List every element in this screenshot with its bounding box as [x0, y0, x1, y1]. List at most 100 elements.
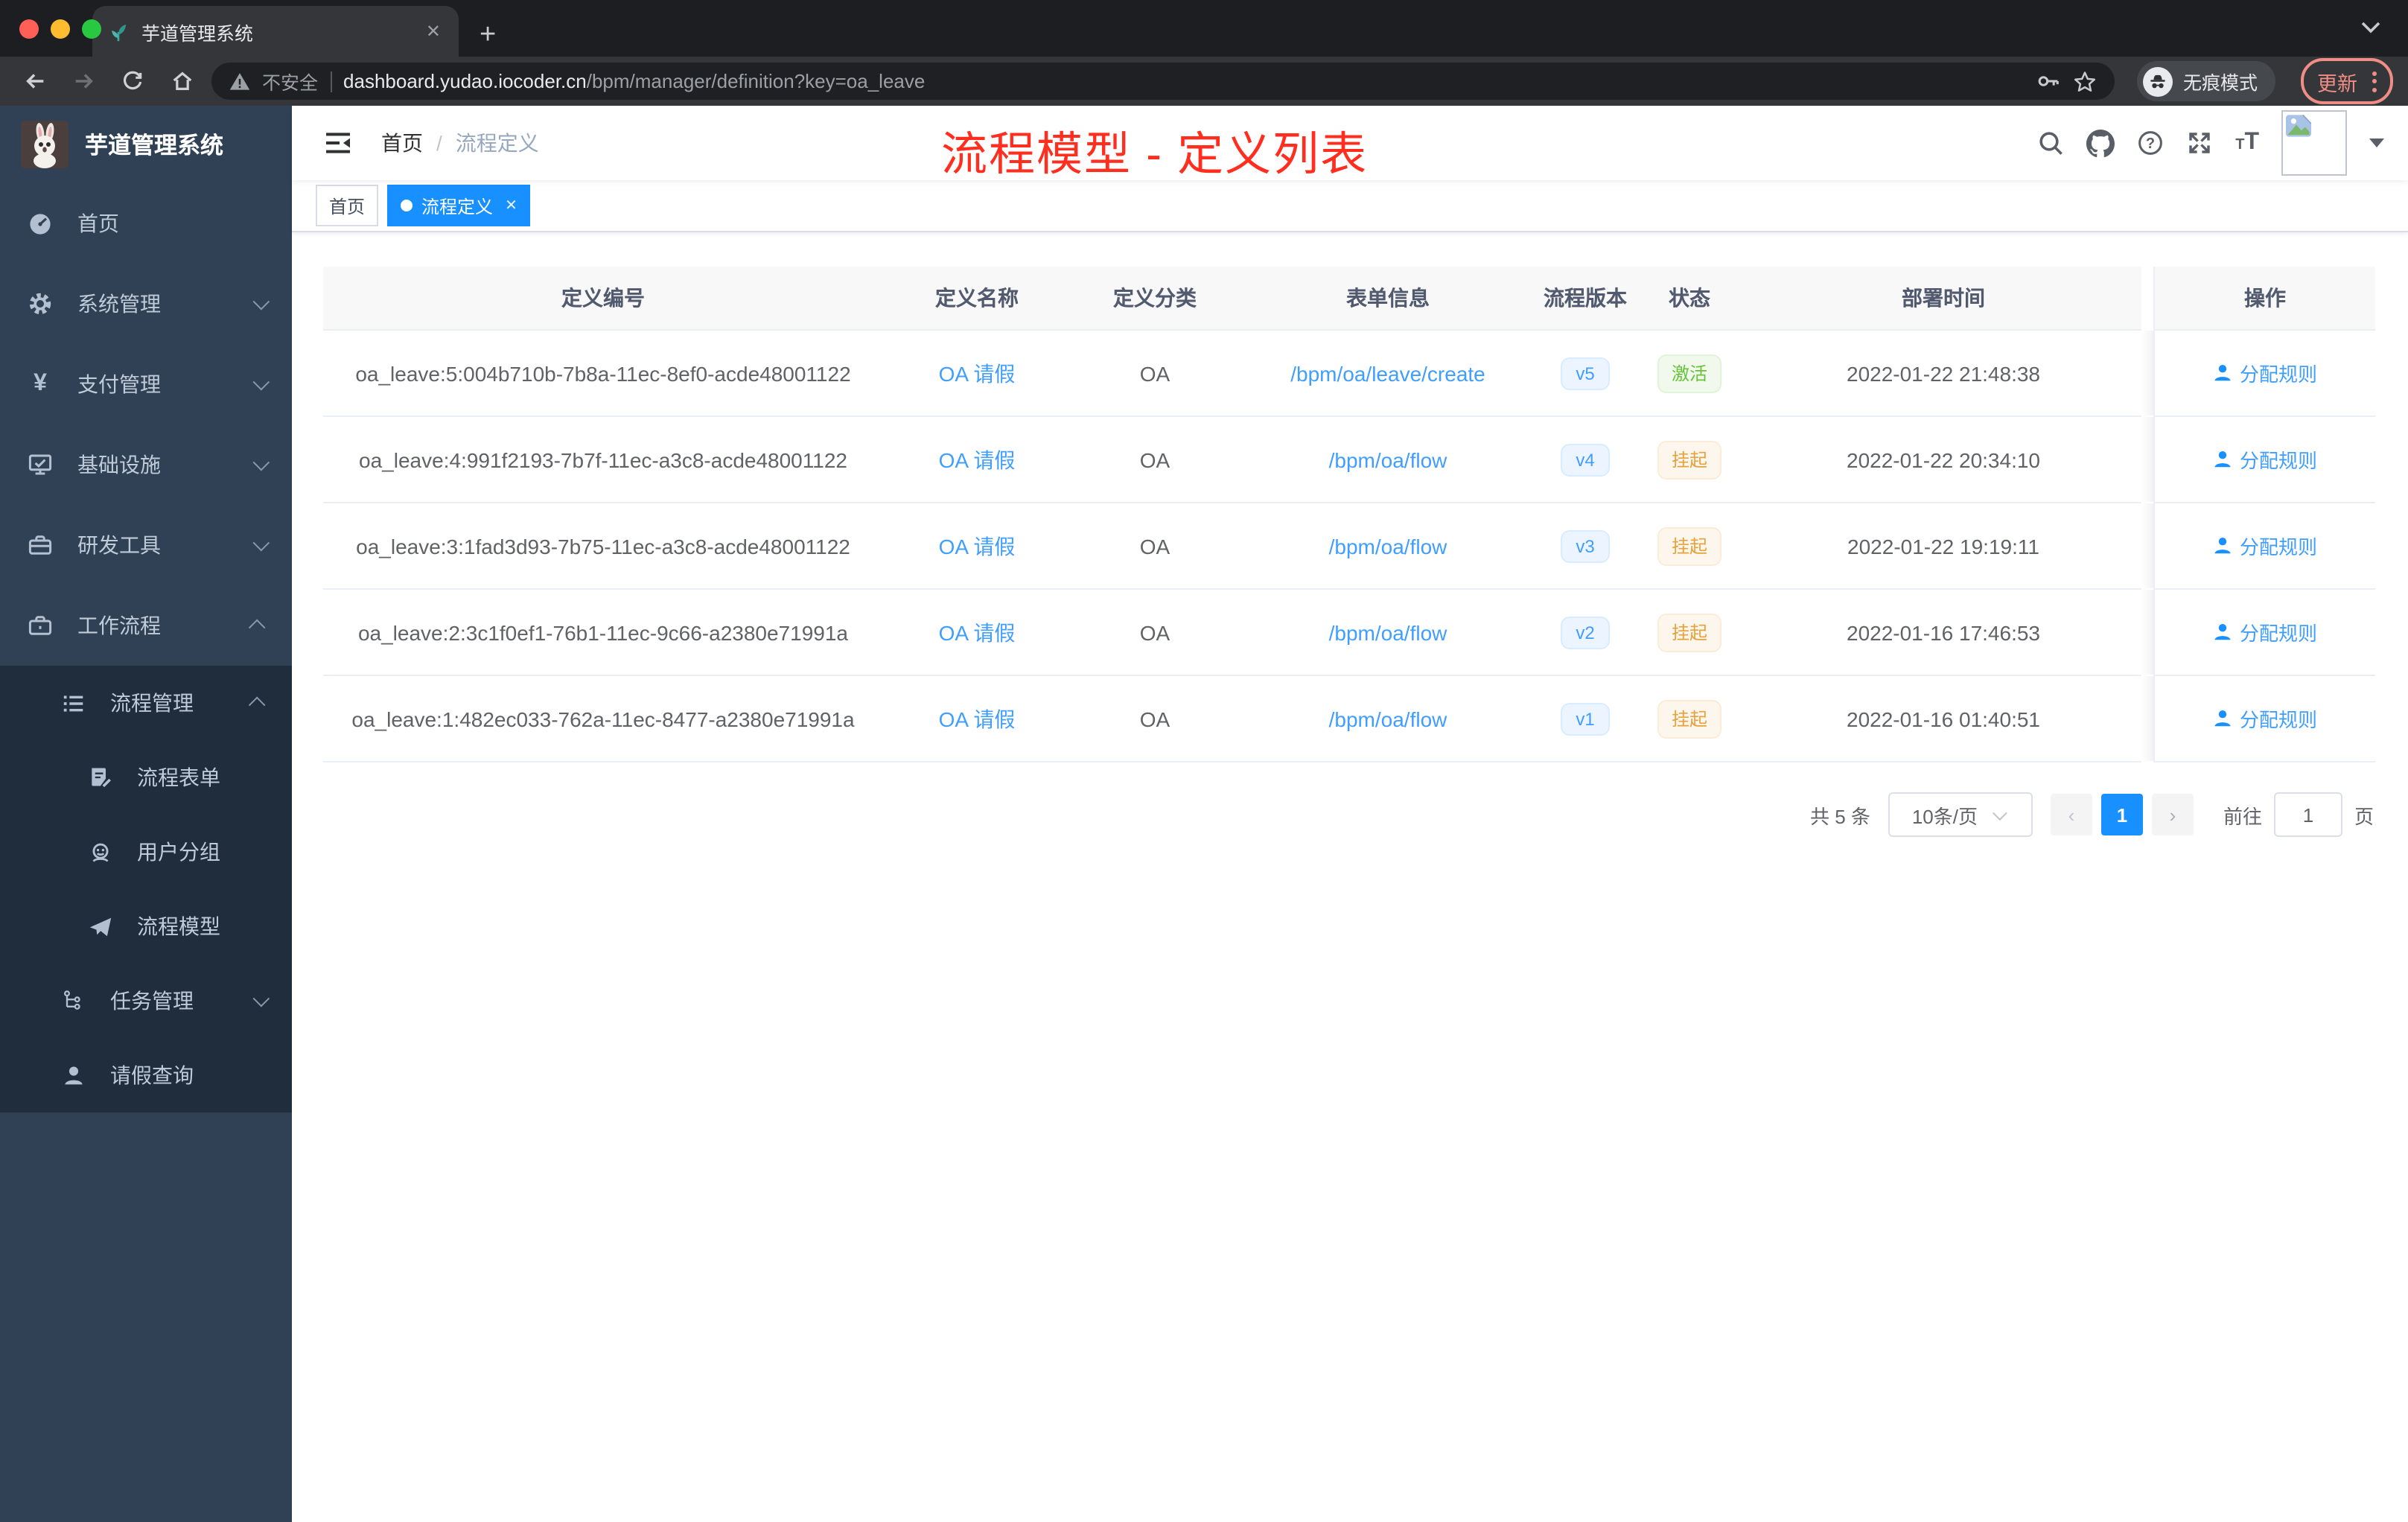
github-icon[interactable]: [2086, 129, 2115, 157]
tag-close-icon[interactable]: ✕: [502, 197, 517, 214]
definition-name-link[interactable]: OA 请假: [939, 531, 1016, 561]
definition-name-link[interactable]: OA 请假: [939, 445, 1016, 474]
table-row: oa_leave:3:1fad3d93-7b75-11ec-a3c8-acde4…: [323, 503, 2375, 590]
chevron-down-icon: [252, 373, 270, 391]
page-number-1[interactable]: 1: [2100, 794, 2143, 835]
column-header-version: 流程版本: [1537, 267, 1634, 331]
column-header-action: 操作: [2153, 267, 2375, 331]
security-label[interactable]: 不安全: [262, 67, 318, 95]
sidebar-item-payment[interactable]: ¥ 支付管理: [0, 344, 292, 424]
assign-rule-link[interactable]: 分配规则: [2213, 359, 2317, 387]
table-row: oa_leave:2:3c1f0ef1-76b1-11ec-9c66-a2380…: [323, 590, 2375, 676]
update-label: 更新: [2317, 72, 2357, 95]
sidebar-item-devtools[interactable]: 研发工具: [0, 505, 292, 585]
window-close-button[interactable]: [19, 19, 39, 39]
table-header-row: 定义编号 定义名称 定义分类 表单信息 流程版本 状态 部署时间 操作: [323, 267, 2375, 331]
pagination: 共 5 条 10条/页 ‹ 1 › 前往 1 页: [323, 792, 2374, 837]
bookmark-star-icon[interactable]: [2073, 69, 2097, 93]
cell-definition-id: oa_leave:5:004b710b-7b8a-11ec-8ef0-acde4…: [323, 331, 883, 417]
cell-category: OA: [1071, 503, 1239, 590]
process-list-icon: [60, 690, 86, 716]
window-maximize-button[interactable]: [82, 19, 101, 39]
prev-page-button[interactable]: ‹: [2050, 794, 2092, 835]
assign-rule-link[interactable]: 分配规则: [2213, 532, 2317, 560]
chevron-down-icon: [252, 990, 270, 1007]
font-size-icon[interactable]: TT: [2235, 130, 2259, 155]
status-badge: 挂起: [1657, 699, 1721, 738]
fullscreen-icon[interactable]: [2186, 130, 2213, 156]
avatar-caret-icon[interactable]: [2369, 138, 2384, 147]
chevron-up-icon: [248, 696, 266, 714]
page-root: 芋道管理系统 ✕ + 不安全 dashboard.yudao.iocoder.c…: [0, 0, 2408, 1522]
cell-deploy-time: 2022-01-16 01:40:51: [1745, 676, 2141, 762]
sidebar-item-label: 流程模型: [137, 914, 220, 938]
browser-tab[interactable]: 芋道管理系统 ✕: [92, 6, 459, 57]
password-key-icon[interactable]: [2036, 69, 2061, 94]
column-header-category: 定义分类: [1071, 267, 1239, 331]
help-icon[interactable]: ?: [2137, 130, 2164, 156]
definition-name-link[interactable]: OA 请假: [939, 704, 1016, 733]
assign-rule-link[interactable]: 分配规则: [2213, 704, 2317, 733]
form-link[interactable]: /bpm/oa/flow: [1329, 707, 1447, 730]
assign-rule-link[interactable]: 分配规则: [2213, 445, 2317, 474]
window-minimize-button[interactable]: [51, 19, 70, 39]
home-icon[interactable]: [162, 62, 201, 101]
sidebar-item-user-group[interactable]: 用户分组: [0, 815, 292, 889]
avatar[interactable]: [2281, 110, 2347, 176]
browser-menu-kebab-icon[interactable]: [2372, 71, 2377, 92]
sidebar-item-process-form[interactable]: 流程表单: [0, 740, 292, 815]
cell-deploy-time: 2022-01-22 21:48:38: [1745, 331, 2141, 417]
sidebar-item-system[interactable]: 系统管理: [0, 264, 292, 344]
breadcrumb-separator: /: [436, 131, 442, 155]
search-icon[interactable]: [2037, 130, 2064, 156]
goto-page-input[interactable]: 1: [2273, 792, 2342, 837]
definition-name-link[interactable]: OA 请假: [939, 358, 1016, 388]
page-size-select[interactable]: 10条/页: [1888, 792, 2033, 837]
sidebar-item-workflow[interactable]: 工作流程: [0, 585, 292, 666]
favicon-icon: [107, 20, 130, 42]
tab-title: 芋道管理系统: [141, 23, 254, 44]
sidebar-item-label: 系统管理: [77, 292, 161, 316]
assign-rule-link[interactable]: 分配规则: [2213, 618, 2317, 646]
cell-category: OA: [1071, 676, 1239, 762]
form-link[interactable]: /bpm/oa/flow: [1329, 448, 1447, 471]
tab-search-chevron-icon[interactable]: [2360, 21, 2381, 34]
sidebar-item-infrastructure[interactable]: 基础设施: [0, 424, 292, 505]
new-tab-button[interactable]: +: [480, 21, 496, 49]
sidebar-item-label: 请假查询: [110, 1063, 194, 1087]
form-link[interactable]: /bpm/oa/flow: [1329, 534, 1447, 558]
column-header-status: 状态: [1634, 267, 1745, 331]
sidebar-item-task-management[interactable]: 任务管理: [0, 964, 292, 1038]
back-icon[interactable]: [15, 62, 54, 101]
sidebar-item-process-management[interactable]: 流程管理: [0, 666, 292, 740]
forward-icon[interactable]: [64, 62, 103, 101]
status-badge: 挂起: [1657, 526, 1721, 565]
url-path: /bpm/manager/definition?key=oa_leave: [586, 69, 926, 92]
cell-definition-id: oa_leave:1:482ec033-762a-11ec-8477-a2380…: [323, 676, 883, 762]
tag-process-definition[interactable]: 流程定义 ✕: [387, 185, 531, 226]
tab-close-icon[interactable]: ✕: [423, 21, 444, 42]
traffic-lights: [19, 19, 101, 39]
refresh-icon[interactable]: [113, 62, 152, 101]
sidebar-item-home[interactable]: 首页: [0, 183, 292, 264]
sidebar-item-leave-query[interactable]: 请假查询: [0, 1038, 292, 1112]
svg-text:?: ?: [2146, 136, 2155, 152]
form-link[interactable]: /bpm/oa/leave/create: [1290, 361, 1485, 385]
definition-name-link[interactable]: OA 请假: [939, 617, 1016, 647]
url-domain: dashboard.yudao.iocoder.cn: [343, 69, 587, 92]
version-badge: v1: [1561, 702, 1610, 735]
sidebar-item-label: 流程表单: [137, 765, 220, 789]
update-button[interactable]: 更新: [2301, 58, 2393, 104]
sidebar-logo[interactable]: 芋道管理系统: [0, 106, 292, 183]
breadcrumb-home[interactable]: 首页: [381, 128, 423, 158]
url-bar[interactable]: 不安全 dashboard.yudao.iocoder.cn/bpm/manag…: [211, 63, 2115, 100]
next-page-button[interactable]: ›: [2151, 794, 2194, 835]
tag-home[interactable]: 首页: [316, 185, 379, 226]
sidebar-fold-icon[interactable]: [316, 131, 360, 155]
tag-label: 流程定义: [421, 196, 494, 217]
version-badge: v5: [1561, 357, 1610, 389]
sidebar-item-process-model[interactable]: 流程模型: [0, 889, 292, 964]
column-header-form: 表单信息: [1239, 267, 1537, 331]
status-badge: 激活: [1657, 354, 1721, 392]
form-link[interactable]: /bpm/oa/flow: [1329, 620, 1447, 644]
